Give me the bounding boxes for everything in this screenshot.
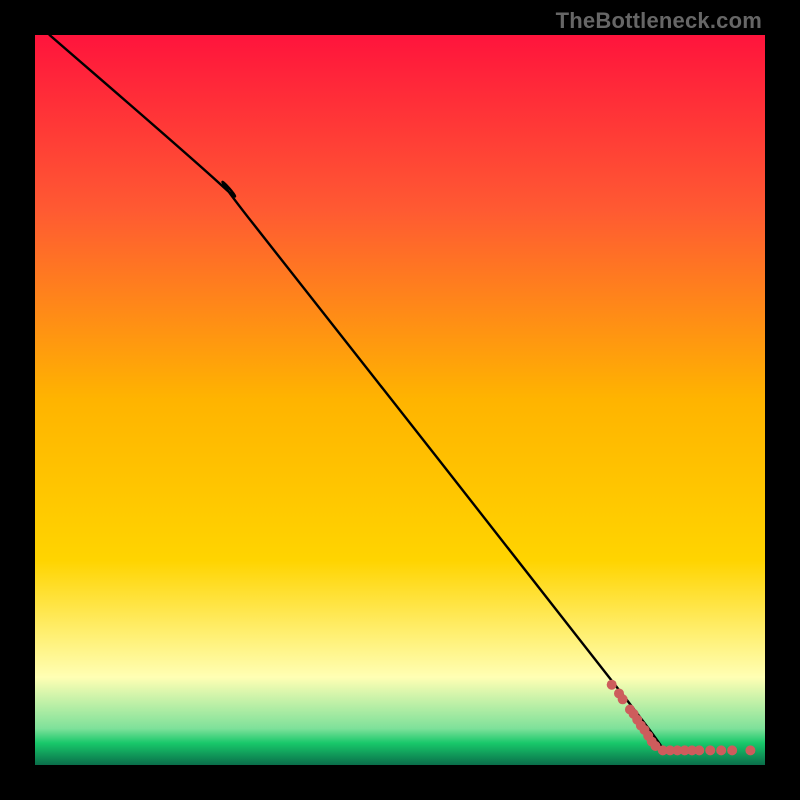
data-point xyxy=(727,745,737,755)
data-point xyxy=(618,694,628,704)
watermark-text: TheBottleneck.com xyxy=(556,8,762,34)
data-point xyxy=(694,745,704,755)
data-point xyxy=(745,745,755,755)
gradient-background xyxy=(35,35,765,765)
data-point xyxy=(716,745,726,755)
data-point xyxy=(705,745,715,755)
chart-frame: TheBottleneck.com xyxy=(0,0,800,800)
plot-area xyxy=(35,35,765,765)
data-point xyxy=(607,680,617,690)
chart-svg xyxy=(35,35,765,765)
